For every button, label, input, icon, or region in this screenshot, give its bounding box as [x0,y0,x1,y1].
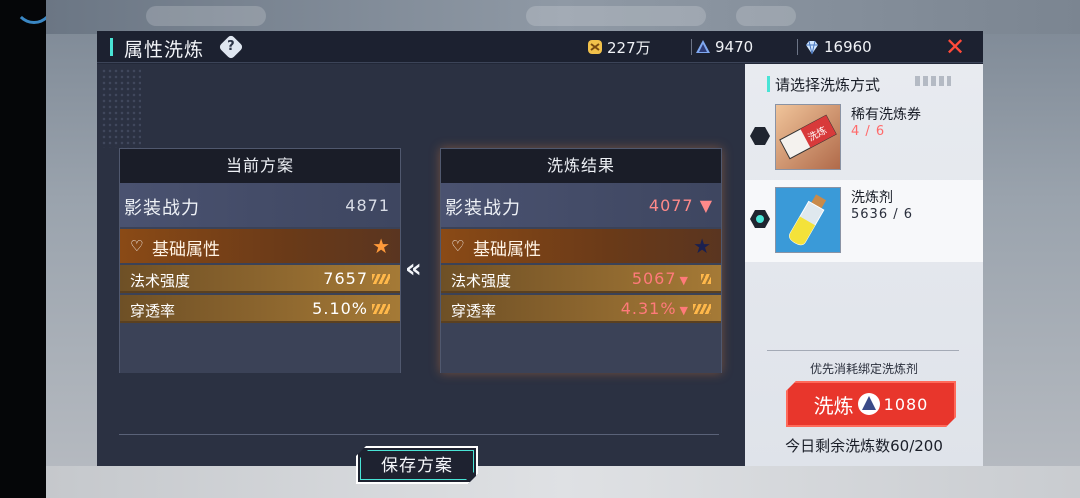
current-plan-card: 当前方案 影装战力 4871 ♡ 基础属性 ★ 法术强度 7657 穿透率 5.… [119,148,401,373]
power-row: 影装战力 4871 [120,183,400,227]
sidebar-title: 请选择洗炼方式 [775,76,881,94]
wash-crystal-icon [696,40,710,53]
diamond-icon [806,40,818,55]
decrease-arrow-icon: ▼ [693,196,713,215]
title-accent-bar [767,76,770,92]
option-wash-potion[interactable]: 洗炼剂 5636 / 6 [745,180,983,262]
section-label: 基础属性 [152,240,220,260]
power-label: 影装战力 [445,198,521,219]
level-bars-icon [701,274,711,284]
wash-result-card: 洗炼结果 影装战力 4077 ▼ ♡ 基础属性 ★ 法术强度 5067 ▼ 穿透率… [440,148,722,373]
resource-gold: 227万 [587,37,651,57]
resource-divider [797,39,798,55]
option-name: 稀有洗炼券 [851,107,921,123]
save-plan-button[interactable]: 保存方案 [356,446,478,484]
wash-label: 洗炼 [813,393,854,418]
attr-row: 穿透率 4.31% ▼ [441,295,721,323]
decrease-arrow-icon: ▼ [679,304,689,317]
option-rare-ticket[interactable]: 洗炼 稀有洗炼券 4 / 6 [745,97,983,179]
base-attr-header: ♡ 基础属性 ★ [120,229,400,263]
attr-label: 穿透率 [130,302,176,320]
card-title: 当前方案 [120,149,400,183]
attr-row: 法术强度 5067 ▼ [441,265,721,293]
card-title: 洗炼结果 [441,149,721,183]
option-count: 5636 / 6 [851,207,913,222]
title-accent-bar [110,38,113,56]
power-value: 4871 [345,196,390,215]
option-name: 洗炼剂 [851,190,893,206]
attribute-wash-panel: 属性洗炼 ? 227万 9470 16960 ✕ 当前方案 影装战力 4871 [97,31,983,466]
card-footer [441,335,721,373]
attr-row: 法术强度 7657 [120,265,400,293]
diamond-value: 16960 [824,38,872,56]
panel-header: 属性洗炼 ? 227万 9470 16960 ✕ [97,31,983,63]
gold-value: 227万 [607,38,651,57]
wash-button[interactable]: 洗炼 1080 [786,381,956,427]
save-plan-label: 保存方案 [360,450,474,480]
divider [767,350,959,351]
wash-cost: 1080 [883,394,929,414]
attr-label: 穿透率 [451,302,497,320]
attr-value: 5.10% [312,299,368,318]
attr-value: 5067 ▼ [631,269,689,288]
background-top [46,0,1080,34]
attr-label: 法术强度 [130,272,191,290]
priority-note: 优先消耗绑定洗炼剂 [809,362,918,376]
gold-coin-icon [588,40,602,54]
power-row: 影装战力 4077 ▼ [441,183,721,227]
shield-icon: ♡ [130,237,144,255]
crystal-value: 9470 [715,38,754,56]
attr-value: 4.31% ▼ [620,299,689,318]
remaining-washes: 今日剩余洗炼数60/200 [785,437,943,455]
question-icon[interactable]: ? [218,34,244,60]
page-title: 属性洗炼 [124,39,205,61]
section-label: 基础属性 [473,240,541,260]
power-value: 4077 ▼ [648,196,713,215]
shield-icon: ♡ [451,237,465,255]
star-icon: ★ [372,234,390,258]
compare-area: 当前方案 影装战力 4871 ♡ 基础属性 ★ 法术强度 7657 穿透率 5.… [97,64,745,466]
card-footer [120,335,400,373]
wash-potion-icon [775,187,841,253]
rare-ticket-icon: 洗炼 [775,104,841,170]
wash-method-sidebar: 请选择洗炼方式 洗炼 稀有洗炼券 4 / 6 洗炼剂 5636 / 6 优先消耗… [745,64,983,466]
radio-hex-icon[interactable] [750,127,770,145]
double-chevron-left-icon[interactable]: « [405,254,422,284]
level-bars-icon [693,304,711,314]
radio-hex-icon[interactable] [750,210,770,228]
divider [119,434,719,435]
base-attr-header: ♡ 基础属性 ★ [441,229,721,263]
level-bars-icon [372,304,390,314]
star-icon: ★ [693,234,711,258]
background-bottom [46,466,1080,498]
screen-edge [0,0,46,498]
decorative-dots [101,68,141,148]
resource-diamond: 16960 [804,37,872,57]
close-icon[interactable]: ✕ [943,35,967,59]
wash-crystal-icon [858,393,880,415]
decrease-arrow-icon: ▼ [679,274,689,287]
attr-value: 7657 [323,269,368,288]
resource-crystal: 9470 [695,37,753,57]
attr-row: 穿透率 5.10% [120,295,400,323]
attr-label: 法术强度 [451,272,512,290]
decorative-pattern [915,76,951,86]
power-label: 影装战力 [124,198,200,219]
level-bars-icon [372,274,390,284]
resource-divider [691,39,692,55]
option-count: 4 / 6 [851,124,886,139]
